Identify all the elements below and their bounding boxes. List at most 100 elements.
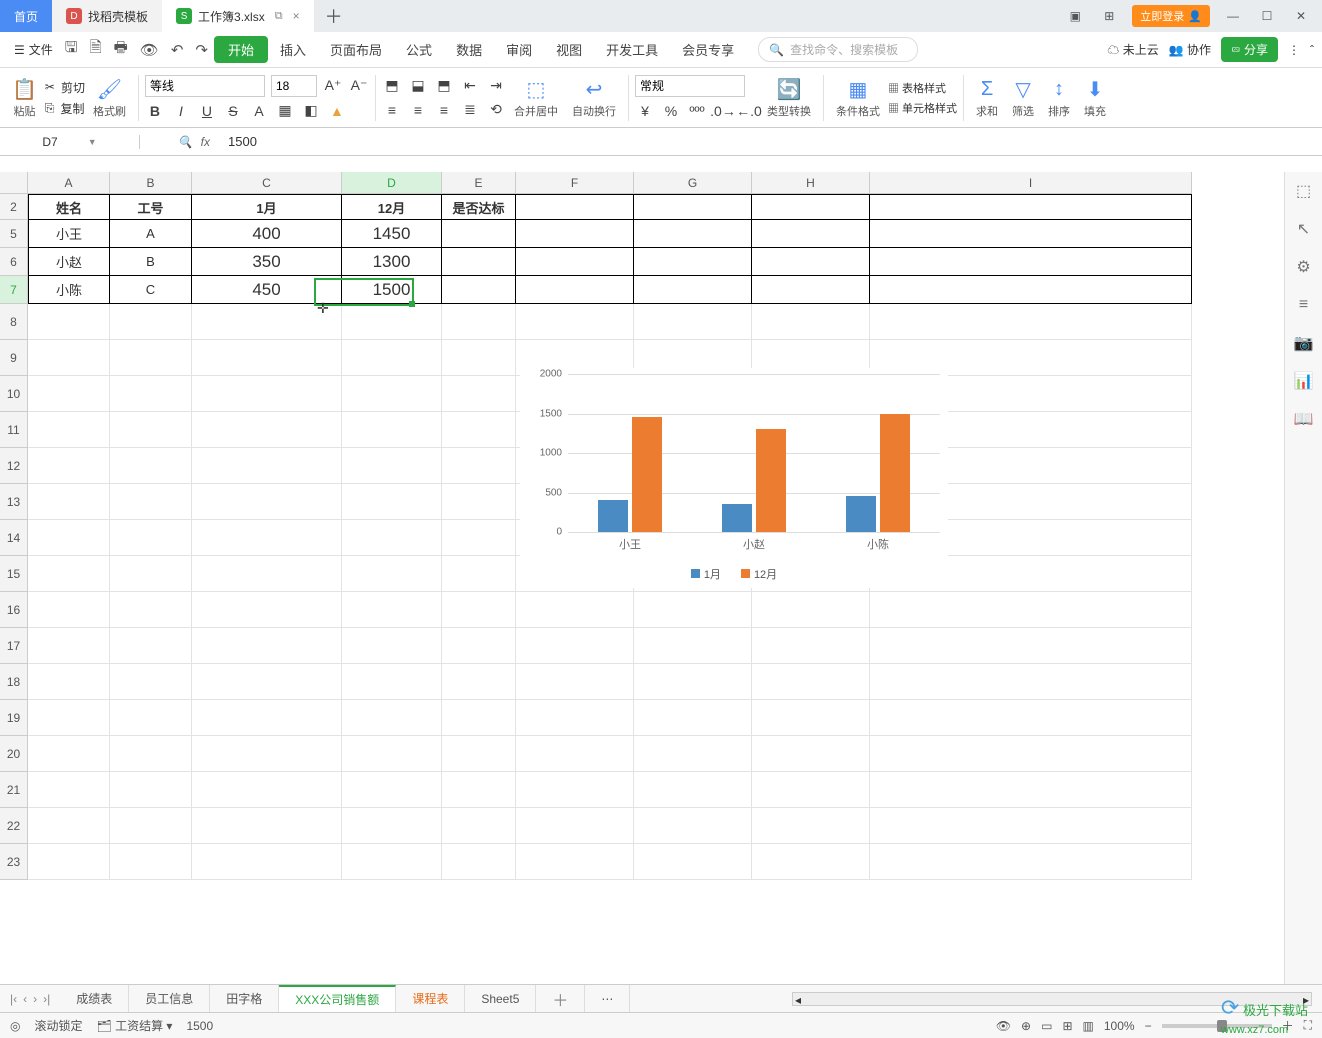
scroll-left-icon[interactable]: ◂	[795, 993, 801, 1007]
cell[interactable]	[442, 736, 516, 772]
cell[interactable]	[110, 484, 192, 520]
align-bot-icon[interactable]: ⬒	[434, 76, 454, 96]
cell[interactable]: C	[110, 276, 192, 304]
cell[interactable]	[442, 276, 516, 304]
sheet-tab[interactable]: 课程表	[396, 985, 465, 1012]
cell[interactable]	[192, 628, 342, 664]
paste-group[interactable]: 📋粘贴	[6, 75, 43, 121]
thousands-icon[interactable]: ººº	[687, 101, 707, 121]
zoom-out-icon[interactable]: −	[1145, 1019, 1152, 1033]
cell[interactable]: 400	[192, 220, 342, 248]
menu-tab-formula[interactable]: 公式	[394, 40, 444, 59]
cell[interactable]	[110, 592, 192, 628]
cell[interactable]	[516, 628, 634, 664]
row-header-16[interactable]: 16	[0, 592, 28, 628]
row-header-7[interactable]: 7	[0, 276, 28, 304]
cell[interactable]: 1月	[192, 194, 342, 220]
cell[interactable]	[110, 808, 192, 844]
wrap-button[interactable]: ↩自动换行	[566, 75, 622, 121]
cell[interactable]	[442, 340, 516, 376]
cell[interactable]	[634, 628, 752, 664]
cell[interactable]	[752, 628, 870, 664]
cell[interactable]	[342, 628, 442, 664]
tab-home[interactable]: 首页	[0, 0, 52, 32]
cell[interactable]	[752, 276, 870, 304]
zoom-value[interactable]: 100%	[1104, 1019, 1135, 1033]
align-mid-icon[interactable]: ⬓	[408, 76, 428, 96]
cloud-status[interactable]: ☁ 未上云	[1107, 41, 1158, 58]
cell[interactable]	[442, 520, 516, 556]
view-reader-icon[interactable]: ▥	[1083, 1019, 1094, 1033]
layout-icon[interactable]: ▣	[1064, 9, 1086, 23]
panel-layers-icon[interactable]: ≡	[1293, 294, 1315, 316]
cell[interactable]	[442, 412, 516, 448]
record-icon[interactable]: ◎	[10, 1019, 20, 1033]
font-color-button[interactable]: A	[249, 101, 269, 121]
sheet-tab[interactable]: Sheet5	[465, 985, 536, 1012]
sheet-last-icon[interactable]: ›|	[43, 992, 50, 1006]
highlight-button[interactable]: ▲	[327, 101, 347, 121]
cell[interactable]	[110, 556, 192, 592]
filter-button[interactable]: ▽筛选	[1006, 75, 1040, 121]
tab-workbook[interactable]: S工作簿3.xlsx⧉×	[162, 0, 314, 32]
cell[interactable]	[442, 484, 516, 520]
cell[interactable]: 1300	[342, 248, 442, 276]
more-menu-icon[interactable]: ⋮	[1288, 43, 1300, 57]
font-shrink-icon[interactable]: A⁻	[349, 76, 369, 96]
cell[interactable]	[442, 700, 516, 736]
cell[interactable]: 小陈	[28, 276, 110, 304]
cell[interactable]: A	[110, 220, 192, 248]
cell[interactable]	[28, 592, 110, 628]
underline-button[interactable]: U	[197, 101, 217, 121]
row-header-15[interactable]: 15	[0, 556, 28, 592]
chart-bar[interactable]	[880, 414, 910, 533]
cell[interactable]	[870, 736, 1192, 772]
cell[interactable]	[110, 664, 192, 700]
cell[interactable]: B	[110, 248, 192, 276]
cell[interactable]	[192, 340, 342, 376]
cell[interactable]	[442, 664, 516, 700]
cell[interactable]	[516, 664, 634, 700]
row-header-12[interactable]: 12	[0, 448, 28, 484]
cell[interactable]	[752, 664, 870, 700]
col-header-D[interactable]: D	[342, 172, 442, 194]
cell[interactable]	[442, 556, 516, 592]
cell[interactable]	[634, 736, 752, 772]
border-button[interactable]: ▦	[275, 101, 295, 121]
collab-button[interactable]: 👥 协作	[1169, 41, 1211, 58]
cell[interactable]: 350	[192, 248, 342, 276]
cell[interactable]	[342, 376, 442, 412]
cell[interactable]	[110, 412, 192, 448]
panel-settings-icon[interactable]: ⚙	[1293, 256, 1315, 278]
cell[interactable]	[752, 772, 870, 808]
cell[interactable]	[516, 220, 634, 248]
row-header-13[interactable]: 13	[0, 484, 28, 520]
cell[interactable]	[634, 664, 752, 700]
format-painter[interactable]: 🖌格式刷	[87, 75, 132, 121]
cond-format[interactable]: ▦条件格式	[830, 75, 886, 121]
chart-bar[interactable]	[598, 500, 628, 532]
cell[interactable]	[442, 628, 516, 664]
number-format-select[interactable]	[635, 75, 745, 97]
row-header-18[interactable]: 18	[0, 664, 28, 700]
cell[interactable]	[634, 700, 752, 736]
save-icon[interactable]: 🖫	[59, 37, 84, 62]
cell[interactable]	[342, 664, 442, 700]
view-normal-icon[interactable]: ▭	[1041, 1019, 1052, 1033]
col-header-B[interactable]: B	[110, 172, 192, 194]
view-pagebreak-icon[interactable]: ⊞	[1062, 1019, 1072, 1033]
chart-bar[interactable]	[756, 429, 786, 532]
print-icon[interactable]: 🖶	[108, 37, 134, 62]
row-header-2[interactable]: 2	[0, 194, 28, 220]
cell[interactable]	[634, 194, 752, 220]
cell[interactable]	[342, 340, 442, 376]
embedded-chart[interactable]: 0500100015002000 1月 12月 小王小赵小陈	[520, 368, 948, 588]
cell[interactable]	[342, 412, 442, 448]
row-header-17[interactable]: 17	[0, 628, 28, 664]
cell[interactable]	[28, 772, 110, 808]
redo-icon[interactable]: ↷	[189, 41, 214, 59]
align-top-icon[interactable]: ⬒	[382, 76, 402, 96]
cell[interactable]	[192, 700, 342, 736]
cell[interactable]	[442, 808, 516, 844]
cell[interactable]	[752, 736, 870, 772]
